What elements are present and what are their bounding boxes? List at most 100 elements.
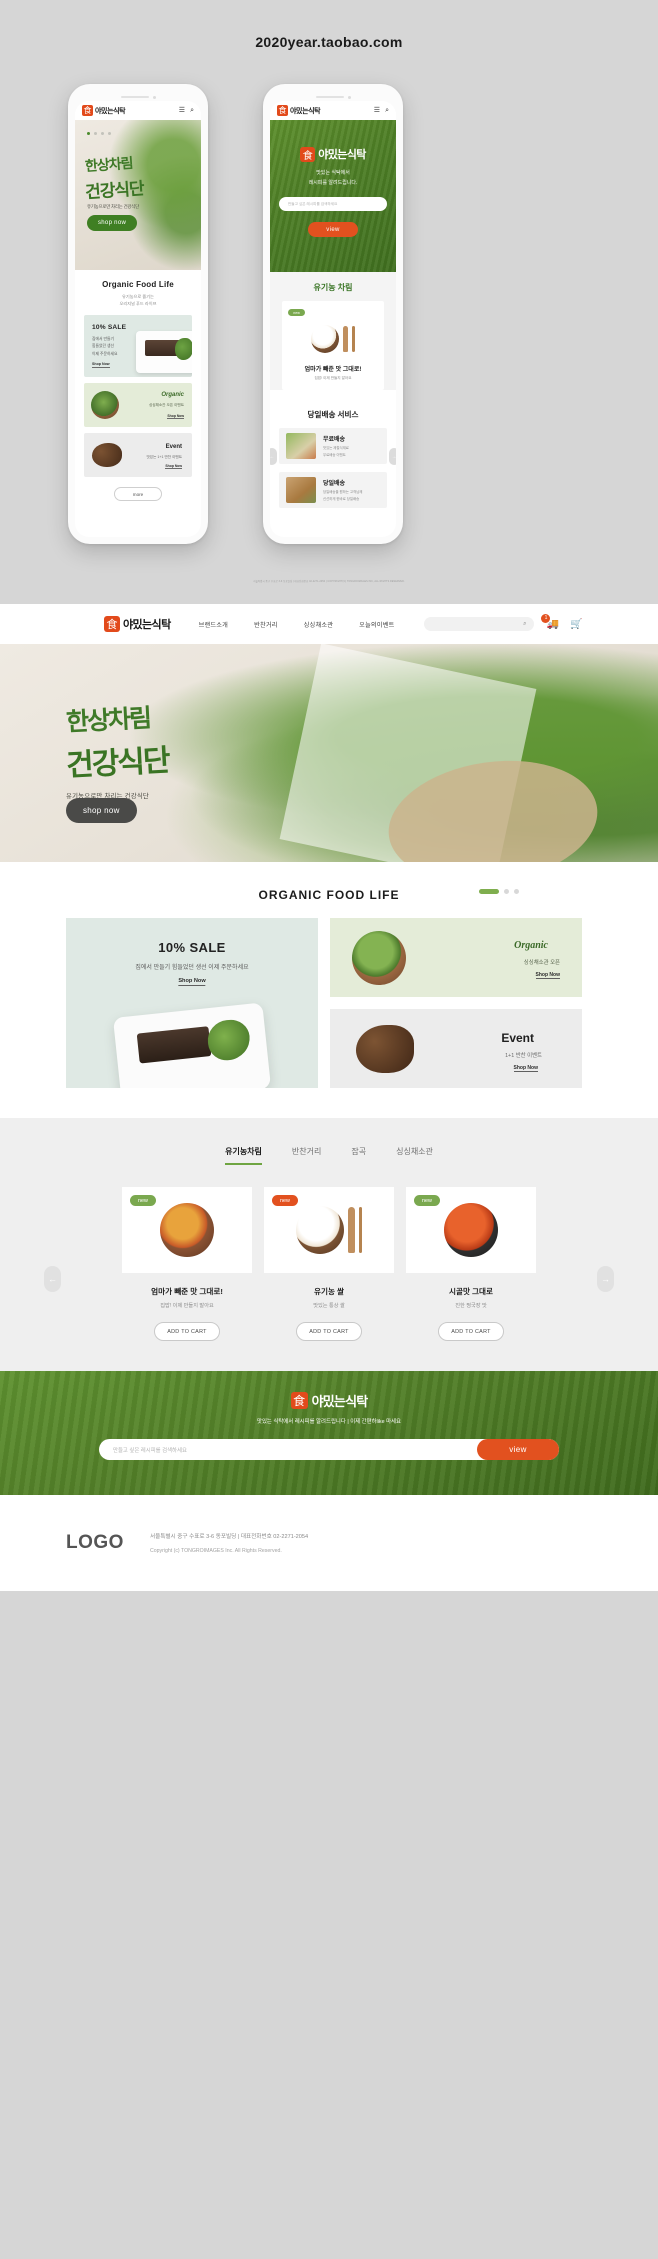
hero-line2: 건강식단 <box>65 743 170 784</box>
cart-icon[interactable]: 🛒 <box>570 619 582 630</box>
card-sale-link[interactable]: Shop Now <box>178 978 206 986</box>
hero-heading: 한상차림 건강식단 <box>84 154 145 203</box>
hero-shop-now-button[interactable]: shop now <box>87 215 138 231</box>
carousel-next-arrow[interactable]: → <box>389 448 396 465</box>
footer-logo: LOGO <box>66 1532 124 1553</box>
newsletter-tagline: 맛있는 식탁에서 레시피를 알려드립니다 | 이제 간편하like 마세요 <box>257 1419 401 1425</box>
card-sale-desc: 집에서 만들기 힘들었던 생선 이제 주문하세요 <box>135 965 249 971</box>
tab-organic[interactable]: 유기농차림 <box>225 1146 262 1165</box>
product-desc: 집밥! 이제 만들지 말아요 <box>314 376 352 380</box>
card-sale[interactable]: 10% SALE 집에서 만들기 힘들었던 생선 이제 주문하세요 Shop N… <box>84 315 192 378</box>
brand-logo[interactable]: 食 야밌는식탁 <box>82 105 126 116</box>
desktop-card-event[interactable]: Event 1+1 반찬 이벤트 Shop Now <box>330 1009 582 1088</box>
card-organic-link[interactable]: Shop Now <box>535 972 560 979</box>
new-badge: new <box>130 1195 156 1206</box>
card-organic-link[interactable]: Shop Now <box>167 414 184 420</box>
desktop-mockup: 食 야밌는식탁 브랜드소개 반찬거리 싱싱채소관 오늘의이벤트 ⌕ 🚚 1 🛒 <box>0 604 658 1591</box>
phone2-hero: 食 야밌는식탁 맛있는 식탁에서 레시피를 알려드립니다. 만들고 싶은 레시피… <box>270 120 396 272</box>
nav-item-vegetables[interactable]: 싱싱채소관 <box>304 620 333 629</box>
desktop-card-sale[interactable]: 10% SALE 집에서 만들기 힘들었던 생선 이제 주문하세요 Shop N… <box>66 918 318 1088</box>
carousel-prev-arrow[interactable]: ← <box>270 448 277 465</box>
brand-wordmark: 야밌는식탁 <box>290 107 321 115</box>
product-card[interactable]: new 시골맛 그대로 진한 찡국장 맛 ADD TO CART <box>406 1187 536 1341</box>
desktop-search-input[interactable]: ⌕ <box>424 617 535 631</box>
product-card[interactable]: new 엄마가 빼준 맛 그대로! 집밥! 이제 만들지 말아요 <box>282 301 384 390</box>
nav-item-sidedish[interactable]: 반찬거리 <box>254 620 278 629</box>
phone2-speaker <box>270 93 396 101</box>
card-sale-desc: 집에서 만들기 힘들었던 생선 이제 주문하세요 <box>92 337 118 356</box>
tab-vegetables[interactable]: 싱싱채소관 <box>396 1146 433 1165</box>
desktop-organic-section: ORGANIC FOOD LIFE 10% SALE 집에서 만들기 힘들었던 … <box>0 862 658 1118</box>
phone1-hero: 한상차림 건강식단 유기농으로만 차리는 건강식단 shop now <box>75 120 201 270</box>
hamburger-icon[interactable]: ☰ <box>179 107 185 114</box>
card-event[interactable]: Event 맛있는 1+1 반찬 이벤트 Shop Now <box>84 433 192 478</box>
desktop-navbar: 食 야밌는식탁 브랜드소개 반찬거리 싱싱채소관 오늘의이벤트 ⌕ 🚚 1 🛒 <box>0 604 658 644</box>
organic-cards-grid: 10% SALE 집에서 만들기 힘들었던 생선 이제 주문하세요 Shop N… <box>0 918 658 1088</box>
footer-copyright: Copyright (c) TONGROIMAGES Inc. All Righ… <box>149 1548 282 1554</box>
newsletter-view-button[interactable]: view <box>477 1439 559 1460</box>
newsletter-search-row: 만들고 싶은 레시피를 검색하세요 view <box>99 1439 559 1460</box>
nav-item-brand[interactable]: 브랜드소개 <box>199 620 228 629</box>
card-organic[interactable]: Organic 싱싱채소관 오픈 이벤트 Shop Now <box>84 383 192 428</box>
recipe-search-input[interactable]: 만들고 싶은 레시피를 검색하세요 <box>279 197 387 211</box>
desktop-hero-heading: 한상차림 건강식단 유기농으로만 차리는 건강식단 <box>65 700 170 800</box>
footer-address: 서울특별시 중구 수표로 3-6 동포빌딩 | 대표전화번호 02-2271-2… <box>149 1534 309 1540</box>
card-event-link[interactable]: Shop Now <box>513 1065 538 1072</box>
brand-wordmark: 야밌는식탁 <box>311 1394 369 1409</box>
products-prev-arrow[interactable]: ← <box>44 1266 61 1292</box>
tab-grain[interactable]: 잡곡 <box>351 1146 366 1165</box>
organic-sub1: 유기농으로 즐기는 <box>122 294 154 299</box>
brand-mark-icon: 食 <box>82 105 93 116</box>
product-card[interactable]: new 유기농 쌀 맛있는 통상 쌀 ADD TO CART <box>264 1187 394 1341</box>
card-event-link[interactable]: Shop Now <box>165 464 182 470</box>
delivery-card-desc: 맛있는 제철식재료 무료배송 이벤트 <box>323 446 349 457</box>
desktop-card-organic[interactable]: Organic 싱싱채소관 오픈 Shop Now <box>330 918 582 997</box>
search-icon[interactable]: ⌕ <box>523 621 526 628</box>
search-icon[interactable]: ⌕ <box>190 107 194 114</box>
product-list: new 엄마가 빼준 맛 그대로! 집밥! 이제 만들지 말아요 ADD TO … <box>0 1187 658 1341</box>
newsletter-input[interactable]: 만들고 싶은 레시피를 검색하세요 <box>113 1446 187 1454</box>
card-sale-link[interactable]: Shop Now <box>92 362 110 369</box>
product-title: 시골맛 그대로 <box>448 1287 494 1296</box>
brand-wordmark: 야밌는식탁 <box>95 107 126 115</box>
nav-item-events[interactable]: 오늘의이벤트 <box>359 620 394 629</box>
product-desc: 집밥! 이제 만들지 말아요 <box>160 1303 214 1309</box>
new-badge: new <box>414 1195 440 1206</box>
products-next-arrow[interactable]: → <box>597 1266 614 1292</box>
top-banner: 2020year.taobao.com <box>0 0 658 84</box>
card-organic-title: Organic <box>514 940 548 951</box>
add-to-cart-button[interactable]: ADD TO CART <box>154 1322 220 1341</box>
card-organic-desc: 싱싱채소관 오픈 이벤트 <box>148 403 184 408</box>
desktop-brand-logo[interactable]: 食 야밌는식탁 <box>104 616 171 632</box>
product-image: new <box>264 1187 394 1273</box>
card-sale-title: 10% SALE <box>92 324 127 332</box>
product-title: 유기농 쌀 <box>313 1287 345 1296</box>
plate-image <box>112 1002 272 1088</box>
page-root: 2020year.taobao.com 食 야밌는식탁 ☰ ⌕ 한상차림 건강식… <box>0 0 658 2259</box>
product-card[interactable]: new 엄마가 빼준 맛 그대로! 집밥! 이제 만들지 말아요 ADD TO … <box>122 1187 252 1341</box>
brand-mark-icon: 食 <box>300 146 316 162</box>
phone2-screen: 食 야밌는식탁 ☰ ⌕ 食 야밌는식탁 맛있는 식탁에서 레시피를 알려드립니다… <box>270 101 396 537</box>
organic-sub2: 오리지널 푸드 라이프 <box>119 301 157 307</box>
add-to-cart-button[interactable]: ADD TO CART <box>438 1322 504 1341</box>
product-image: new <box>406 1187 536 1273</box>
organic-title: Organic Food Life <box>102 280 174 289</box>
more-button[interactable]: more <box>114 487 162 502</box>
truck-icon[interactable]: 🚚 1 <box>541 613 559 630</box>
view-button[interactable]: view <box>308 222 358 237</box>
tab-sidedish[interactable]: 반찬거리 <box>292 1146 321 1165</box>
organic-subtitle: 유기농으로 즐기는 오리지널 푸드 라이프 <box>84 293 192 307</box>
search-icon[interactable]: ⌕ <box>385 107 389 114</box>
desktop-shop-now-button[interactable]: shop now <box>66 798 137 823</box>
brand-logo[interactable]: 食 야밌는식탁 <box>277 105 321 116</box>
add-to-cart-button[interactable]: ADD TO CART <box>296 1322 362 1341</box>
hamburger-icon[interactable]: ☰ <box>374 107 380 114</box>
phone2-organic-section: 유기농 차림 new 엄마가 빼준 맛 그대로! 집밥! 이제 만들지 말아요 … <box>270 272 396 465</box>
card-organic-desc: 싱싱채소관 오픈 <box>523 960 560 966</box>
hero-carousel-dots[interactable] <box>87 132 111 135</box>
vegetables-image <box>286 433 316 459</box>
product-tabs: 유기농차림 반찬거리 잡곡 싱싱채소관 <box>0 1146 658 1165</box>
delivery-card-sameday[interactable]: 당일배송 당일배송을 원하는 고객님께 신선하게 한바로 당일배송 <box>279 472 387 508</box>
hero-line1: 한상차림 <box>84 155 134 176</box>
delivery-card-free[interactable]: 무료배송 맛있는 제철식재료 무료배송 이벤트 <box>279 428 387 464</box>
